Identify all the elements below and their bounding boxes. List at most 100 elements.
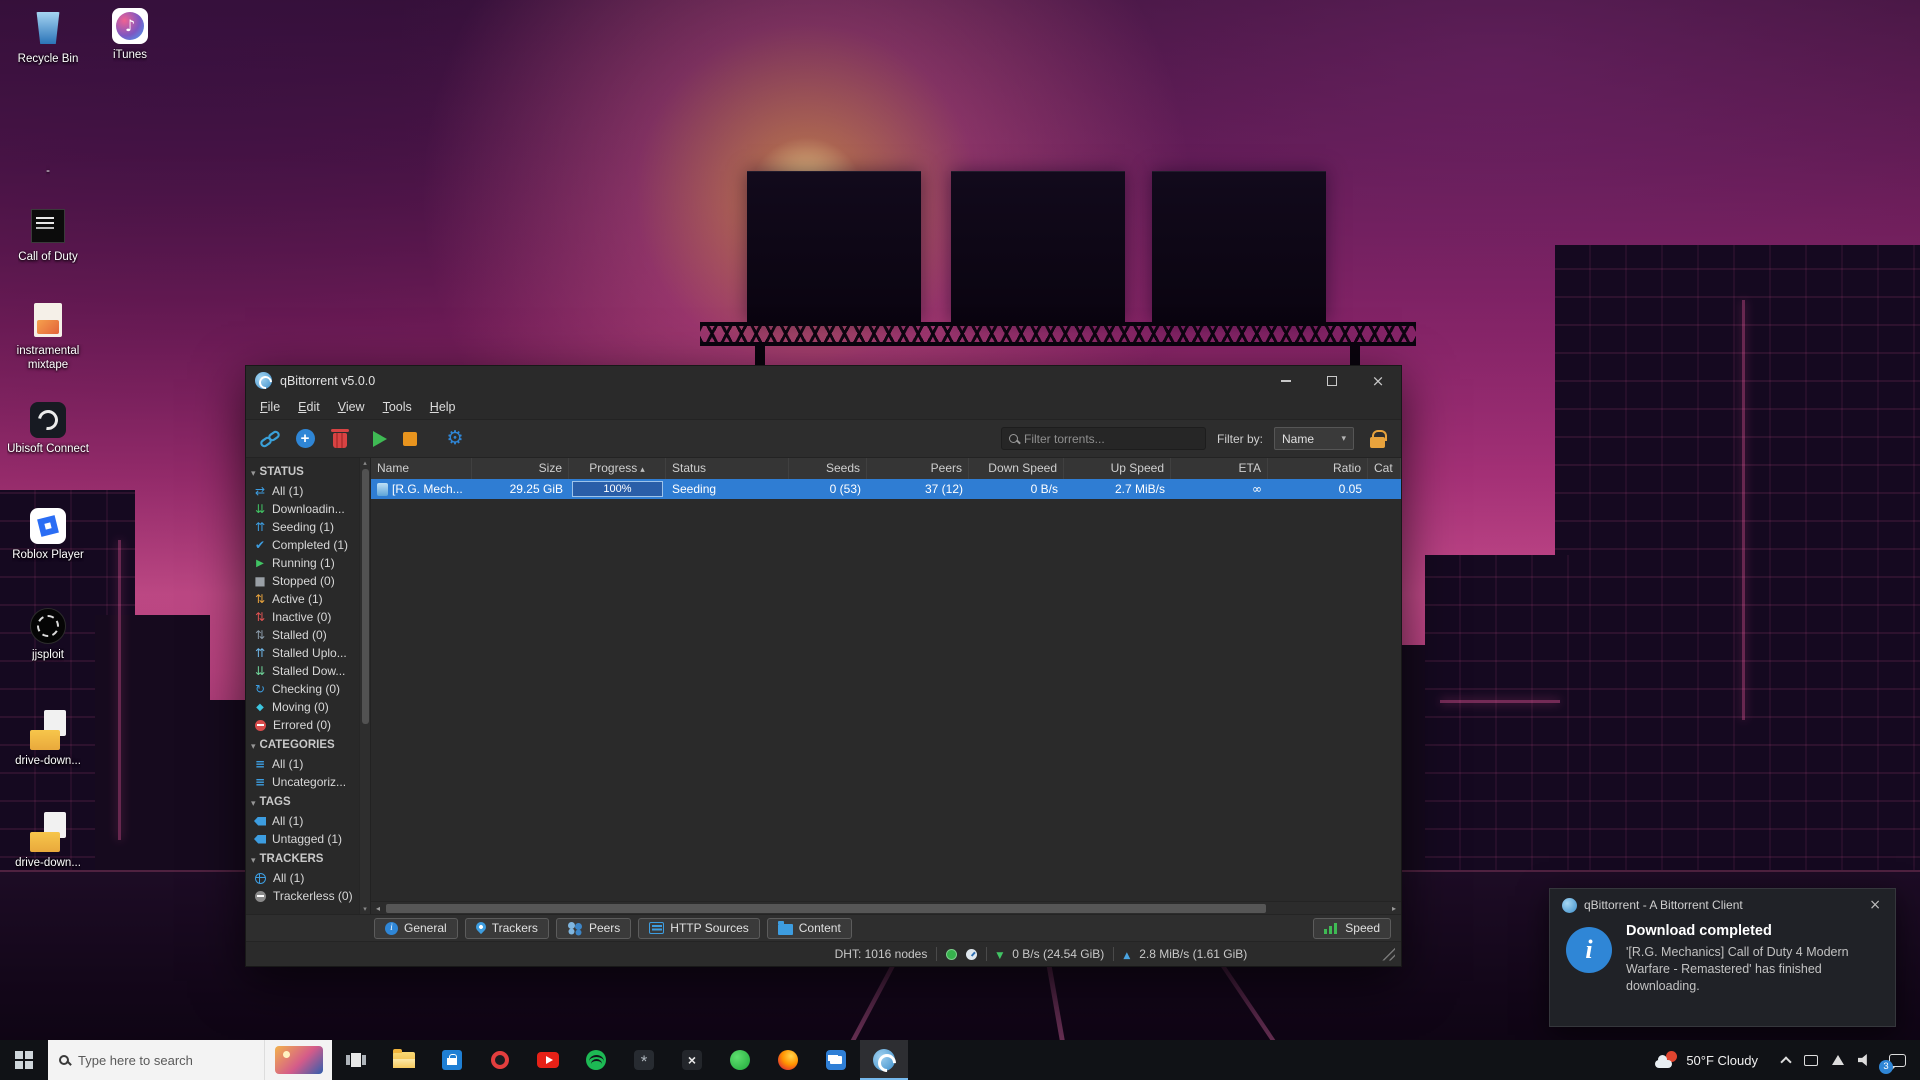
- tab-http-sources[interactable]: HTTP Sources: [638, 918, 759, 939]
- lock-ui-button[interactable]: [1365, 427, 1389, 451]
- filter-seeding[interactable]: Seeding (1): [246, 518, 358, 536]
- taskbar-app-youtube[interactable]: [524, 1040, 572, 1080]
- desktop-icon-itunes[interactable]: iTunes: [88, 8, 172, 62]
- desktop-icon-blank[interactable]: -: [6, 130, 90, 178]
- stop-torrent-button[interactable]: [398, 427, 422, 451]
- category-all[interactable]: All (1): [246, 755, 358, 773]
- taskbar-app-firefox[interactable]: [764, 1040, 812, 1080]
- start-torrent-button[interactable]: [363, 427, 387, 451]
- scrollbar-track[interactable]: [386, 904, 1386, 913]
- taskbar-app-green[interactable]: [716, 1040, 764, 1080]
- column-header-peers[interactable]: Peers: [867, 458, 969, 479]
- tab-peers[interactable]: Peers: [556, 918, 631, 939]
- taskbar-app-store[interactable]: [428, 1040, 476, 1080]
- filter-all[interactable]: All (1): [246, 482, 358, 500]
- device-icon[interactable]: [1804, 1055, 1818, 1066]
- column-header-name[interactable]: Name: [371, 458, 472, 479]
- taskbar-app-blue-folder[interactable]: [812, 1040, 860, 1080]
- column-header-progress[interactable]: Progress: [569, 458, 666, 479]
- column-header-seeds[interactable]: Seeds: [789, 458, 867, 479]
- filter-running[interactable]: Running (1): [246, 554, 358, 572]
- tag-all[interactable]: All (1): [246, 812, 358, 830]
- filter-moving[interactable]: Moving (0): [246, 698, 358, 716]
- add-torrent-file-button[interactable]: [293, 427, 317, 451]
- menu-view[interactable]: View: [329, 397, 374, 417]
- minimize-button[interactable]: [1263, 366, 1309, 395]
- taskbar-search-input[interactable]: [78, 1053, 253, 1068]
- delete-torrent-button[interactable]: [328, 427, 352, 451]
- filter-checking[interactable]: Checking (0): [246, 680, 358, 698]
- tracker-all[interactable]: All (1): [246, 869, 358, 887]
- weather-widget[interactable]: 50°F Cloudy: [1643, 1051, 1770, 1069]
- filter-active[interactable]: Active (1): [246, 590, 358, 608]
- taskbar-app-dark-1[interactable]: [620, 1040, 668, 1080]
- scroll-right-icon[interactable]: ▸: [1387, 904, 1401, 913]
- close-button[interactable]: ×: [1355, 366, 1401, 395]
- tracker-trackerless[interactable]: Trackerless (0): [246, 887, 358, 905]
- menu-help[interactable]: Help: [421, 397, 465, 417]
- global-upload-speed[interactable]: 2.8 MiB/s (1.61 GiB): [1139, 947, 1247, 961]
- filter-stalled[interactable]: Stalled (0): [246, 626, 358, 644]
- desktop-icon-recycle-bin[interactable]: Recycle Bin: [6, 8, 90, 66]
- titlebar[interactable]: qBittorrent v5.0.0 ×: [246, 366, 1401, 395]
- desktop-icon-jjsploit[interactable]: jjsploit: [6, 608, 90, 662]
- menu-tools[interactable]: Tools: [374, 397, 421, 417]
- search-highlights-button[interactable]: [264, 1040, 332, 1080]
- filter-errored[interactable]: Errored (0): [246, 716, 358, 734]
- filter-stopped[interactable]: Stopped (0): [246, 572, 358, 590]
- toast-close-button[interactable]: ×: [1865, 897, 1885, 913]
- filter-by-dropdown[interactable]: Name ▾: [1274, 427, 1354, 450]
- scrollbar-thumb[interactable]: [362, 469, 369, 724]
- menu-file[interactable]: File: [251, 397, 289, 417]
- column-header-up-speed[interactable]: Up Speed: [1064, 458, 1171, 479]
- volume-icon[interactable]: [1858, 1054, 1871, 1066]
- connection-status-icon[interactable]: [946, 949, 957, 960]
- column-header-ratio[interactable]: Ratio: [1268, 458, 1368, 479]
- action-center-button[interactable]: 3: [1883, 1054, 1920, 1067]
- notification-toast[interactable]: qBittorrent - A Bittorrent Client × i Do…: [1549, 888, 1896, 1027]
- column-header-down-speed[interactable]: Down Speed: [969, 458, 1064, 479]
- column-header-size[interactable]: Size: [472, 458, 569, 479]
- column-header-eta[interactable]: ETA: [1171, 458, 1268, 479]
- speed-limits-icon[interactable]: [966, 949, 977, 960]
- desktop-icon-roblox-player[interactable]: Roblox Player: [6, 508, 90, 562]
- tab-trackers[interactable]: Trackers: [465, 918, 549, 939]
- tab-general[interactable]: General: [374, 918, 458, 939]
- sidebar-section-status[interactable]: STATUS: [246, 461, 358, 482]
- filter-stalled-uploading[interactable]: Stalled Uplo...: [246, 644, 358, 662]
- tab-content[interactable]: Content: [767, 918, 852, 939]
- global-download-speed[interactable]: 0 B/s (24.54 GiB): [1012, 947, 1104, 961]
- torrent-row-selected[interactable]: [R.G. Mech... 29.25 GiB 100% Seeding 0 (…: [371, 479, 1401, 499]
- torrent-filter-search[interactable]: [1001, 427, 1206, 450]
- column-header-status[interactable]: Status: [666, 458, 789, 479]
- filter-downloading[interactable]: Downloadin...: [246, 500, 358, 518]
- menu-edit[interactable]: Edit: [289, 397, 329, 417]
- scroll-left-icon[interactable]: ◂: [371, 904, 385, 913]
- sidebar-section-categories[interactable]: CATEGORIES: [246, 734, 358, 755]
- start-button[interactable]: [0, 1040, 48, 1080]
- sidebar-section-trackers[interactable]: TRACKERS: [246, 848, 358, 869]
- column-header-category[interactable]: Cat: [1368, 458, 1401, 479]
- network-icon[interactable]: [1832, 1055, 1844, 1065]
- resize-grip[interactable]: [1382, 948, 1395, 961]
- taskbar-app-qbittorrent[interactable]: [860, 1040, 908, 1080]
- taskbar-app-task-view[interactable]: [332, 1040, 380, 1080]
- taskbar-app-file-explorer[interactable]: [380, 1040, 428, 1080]
- taskbar-app-spotify[interactable]: [572, 1040, 620, 1080]
- scrollbar-thumb[interactable]: [386, 904, 1266, 913]
- filter-torrents-input[interactable]: [1024, 432, 1198, 446]
- desktop-icon-call-of-duty[interactable]: Call of Duty: [6, 206, 90, 264]
- filter-completed[interactable]: Completed (1): [246, 536, 358, 554]
- taskbar-app-red-ring[interactable]: [476, 1040, 524, 1080]
- category-uncategorized[interactable]: Uncategoriz...: [246, 773, 358, 791]
- options-gear-icon[interactable]: [443, 427, 467, 451]
- add-torrent-link-icon[interactable]: [258, 427, 282, 451]
- sidebar-scrollbar[interactable]: ▴ ▾: [359, 458, 370, 914]
- tag-untagged[interactable]: Untagged (1): [246, 830, 358, 848]
- maximize-button[interactable]: [1309, 366, 1355, 395]
- tab-speed[interactable]: Speed: [1313, 918, 1391, 939]
- filter-stalled-downloading[interactable]: Stalled Dow...: [246, 662, 358, 680]
- show-hidden-icons-chevron[interactable]: [1780, 1056, 1791, 1067]
- horizontal-scrollbar[interactable]: ◂ ▸: [371, 901, 1401, 914]
- desktop-icon-ubisoft-connect[interactable]: Ubisoft Connect: [6, 402, 90, 456]
